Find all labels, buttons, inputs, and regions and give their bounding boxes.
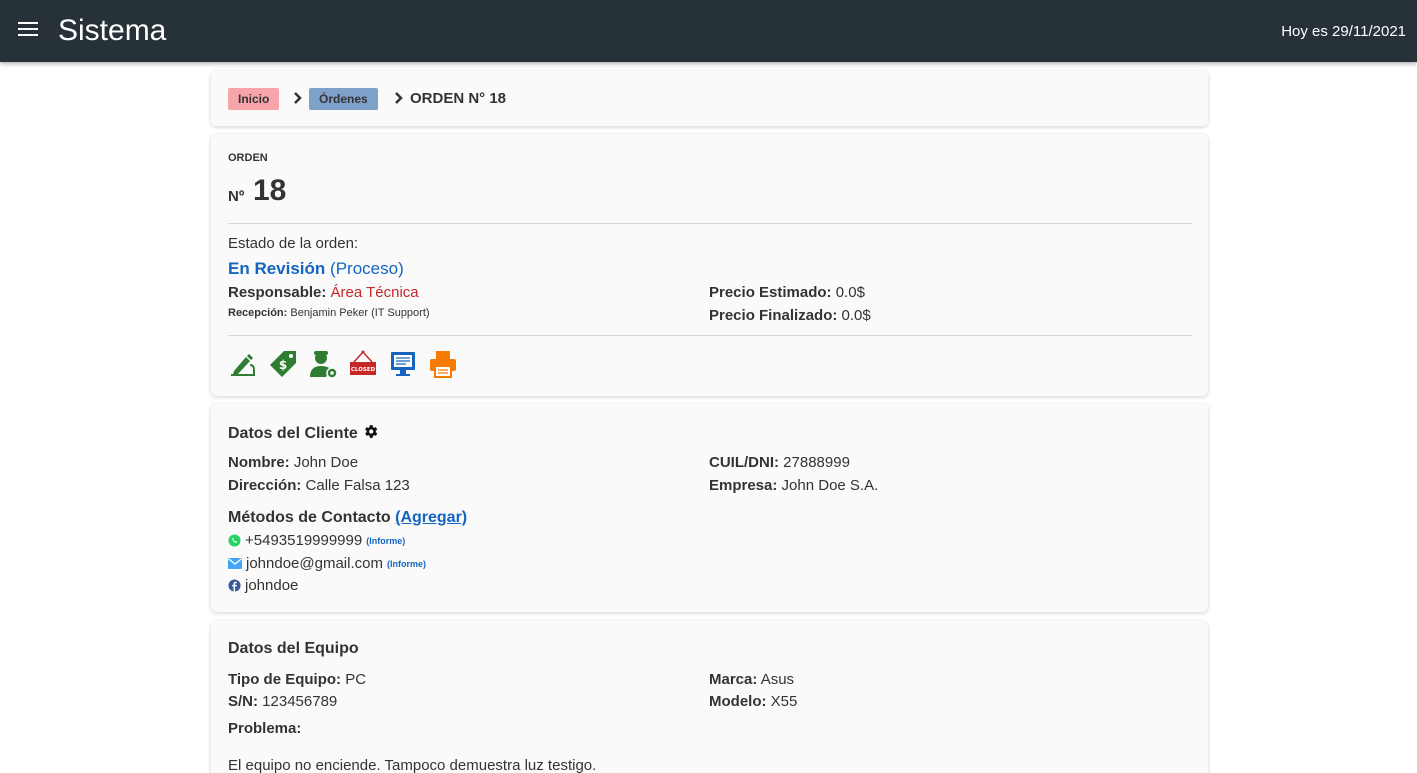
order-label: ORDEN: [228, 152, 268, 164]
monitor-report-icon[interactable]: [388, 349, 418, 379]
contact-value: +5493519999999: [245, 532, 363, 549]
client-nombre-row: Nombre: John Doe: [228, 454, 358, 471]
client-section-title: Datos del Cliente: [228, 423, 379, 443]
order-number: 18: [253, 174, 287, 207]
breadcrumb-current: ORDEN N° 18: [410, 90, 507, 107]
contact-value: johndoe: [245, 577, 299, 594]
tipo-value: PC: [345, 671, 367, 688]
recepcion-label: Recepción:: [228, 307, 288, 319]
cuil-value: 27888999: [783, 454, 850, 471]
precio-estimado-label: Precio Estimado:: [709, 284, 832, 301]
sn-label: S/N:: [228, 693, 258, 710]
order-actions: $ CLOSED: [228, 349, 458, 379]
marca-label: Marca:: [709, 671, 758, 688]
breadcrumb-inicio[interactable]: Inicio: [228, 88, 280, 110]
responsable-label: Responsable:: [228, 284, 327, 301]
precio-finalizado-row: Precio Finalizado: 0.0$: [709, 307, 871, 324]
order-card: ORDEN Nº 18 Estado de la orden: En Revis…: [211, 134, 1208, 396]
contact-item: +5493519999999 (Informe): [228, 532, 405, 549]
empresa-value: John Doe S.A.: [781, 477, 879, 494]
tipo-row: Tipo de Equipo: PC: [228, 671, 366, 688]
contact-title: Métodos de Contacto: [228, 509, 391, 526]
recepcion-value: Benjamin Peker (IT Support): [290, 307, 430, 319]
equipment-section-title: Datos del Equipo: [228, 640, 359, 657]
svg-text:$: $: [279, 358, 287, 372]
add-contact-link[interactable]: (Agregar): [395, 509, 467, 526]
client-direccion-row: Dirección: Calle Falsa 123: [228, 477, 410, 494]
whatsapp-icon: [228, 534, 241, 547]
direccion-label: Dirección:: [228, 477, 302, 494]
nombre-value: John Doe: [293, 454, 359, 471]
breadcrumb: Inicio Órdenes ORDEN N° 18: [211, 71, 1208, 126]
tipo-label: Tipo de Equipo:: [228, 671, 342, 688]
recepcion-row: Recepción: Benjamin Peker (IT Support): [228, 307, 430, 319]
precio-estimado-row: Precio Estimado: 0.0$: [709, 284, 865, 301]
facebook-icon: [228, 579, 241, 592]
contact-item: johndoe: [228, 577, 298, 594]
responsable-value: Área Técnica: [330, 284, 419, 301]
informe-link[interactable]: (Informe): [366, 536, 405, 546]
app-title: Sistema: [58, 14, 167, 47]
client-card: Datos del Cliente Nombre: John Doe Direc…: [211, 404, 1208, 612]
marca-value: Asus: [760, 671, 795, 688]
hamburger-menu-icon[interactable]: [18, 22, 38, 40]
client-cuil-row: CUIL/DNI: 27888999: [709, 454, 850, 471]
breadcrumb-ordenes[interactable]: Órdenes: [309, 88, 378, 110]
order-number-prefix: Nº: [228, 188, 245, 205]
problema-value: El equipo no enciende. Tampoco demuestra…: [228, 757, 597, 773]
sn-value: 123456789: [262, 693, 338, 710]
svg-text:CLOSED: CLOSED: [351, 367, 376, 373]
closed-sign-icon[interactable]: CLOSED: [348, 349, 378, 379]
estado-value: En Revisión (Proceso): [228, 259, 404, 279]
problema-label: Problema:: [228, 720, 301, 737]
precio-finalizado-value: 0.0$: [841, 307, 871, 324]
contact-section-title: Métodos de Contacto (Agregar): [228, 509, 467, 527]
direccion-value: Calle Falsa 123: [305, 477, 410, 494]
printer-icon[interactable]: [428, 349, 458, 379]
client-title: Datos del Cliente: [228, 425, 358, 442]
mail-icon: [228, 558, 242, 569]
estado-phase: (Proceso): [330, 259, 404, 278]
informe-link[interactable]: (Informe): [387, 559, 426, 569]
nombre-label: Nombre:: [228, 454, 290, 471]
chevron-right-icon: [294, 92, 302, 104]
marca-row: Marca: Asus: [709, 671, 794, 688]
technician-icon[interactable]: [308, 349, 338, 379]
responsable-row: Responsable: Área Técnica: [228, 284, 419, 301]
empresa-label: Empresa:: [709, 477, 778, 494]
sn-row: S/N: 123456789: [228, 693, 337, 710]
chevron-right-icon: [395, 92, 403, 104]
equipment-card: Datos del Equipo Tipo de Equipo: PC S/N:…: [211, 621, 1208, 773]
sign-icon[interactable]: [228, 349, 258, 379]
divider: [228, 223, 1192, 224]
estado-status: En Revisión: [228, 259, 326, 278]
contact-value: johndoe@gmail.com: [246, 555, 383, 572]
client-empresa-row: Empresa: John Doe S.A.: [709, 477, 878, 494]
top-bar: Sistema Hoy es 29/11/2021: [0, 0, 1417, 62]
cuil-label: CUIL/DNI:: [709, 454, 779, 471]
gear-icon[interactable]: [362, 423, 379, 440]
price-tag-icon[interactable]: $: [268, 349, 298, 379]
problema-label-text: Problema:: [228, 720, 302, 737]
modelo-label: Modelo:: [709, 693, 767, 710]
modelo-row: Modelo: X55: [709, 693, 797, 710]
precio-finalizado-label: Precio Finalizado:: [709, 307, 838, 324]
contact-item: johndoe@gmail.com (Informe): [228, 555, 426, 572]
divider: [228, 335, 1192, 336]
estado-label: Estado de la orden:: [228, 235, 359, 252]
current-date: Hoy es 29/11/2021: [1281, 23, 1406, 40]
precio-estimado-value: 0.0$: [835, 284, 865, 301]
modelo-value: X55: [770, 693, 798, 710]
